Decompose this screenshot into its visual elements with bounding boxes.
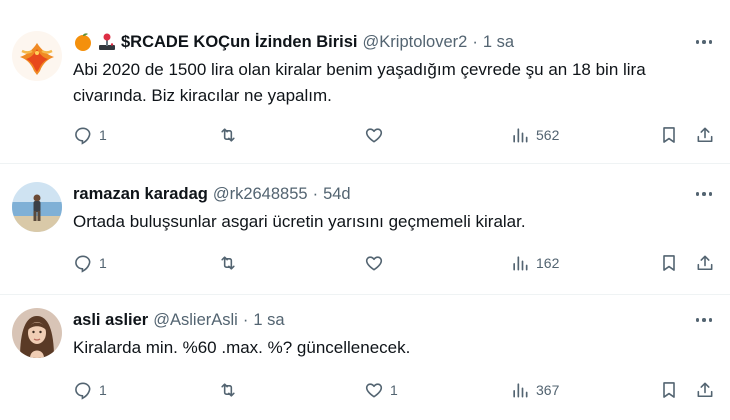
- views-button[interactable]: 562: [510, 124, 559, 146]
- tweet-actions: 1 162: [73, 252, 716, 274]
- share-icon: [697, 255, 713, 271]
- tweet-text: Kiralarda min. %60 .max. %? güncellenece…: [73, 338, 411, 357]
- avatar[interactable]: [12, 308, 62, 358]
- separator-dot: ·: [312, 184, 319, 203]
- like-button[interactable]: 1: [364, 379, 398, 401]
- tweet[interactable]: $RCADE KOÇun İzinden Birisi @Kriptolover…: [0, 0, 730, 164]
- more-options-icon[interactable]: [692, 32, 716, 52]
- tweet-actions: 1 562: [73, 124, 716, 146]
- display-name[interactable]: asli aslier: [73, 311, 148, 330]
- tweet-text: Abi 2020 de 1500 lira olan kiralar benim…: [73, 60, 646, 105]
- orange-emoji: [73, 32, 93, 52]
- retweet-button[interactable]: [218, 379, 244, 401]
- bookmark-button[interactable]: [659, 124, 679, 146]
- phoenix-avatar-image: [12, 31, 62, 81]
- reply-button[interactable]: 1: [73, 252, 107, 274]
- avatar[interactable]: [12, 31, 62, 81]
- reply-count: 1: [99, 255, 107, 271]
- woman-portrait-avatar-image: [12, 308, 62, 358]
- reply-count: 1: [99, 127, 107, 143]
- tweet-text: Ortada buluşsunlar asgari ücretin yarısı…: [73, 212, 526, 231]
- reply-count: 1: [99, 382, 107, 398]
- user-handle[interactable]: @rk2648855: [213, 185, 308, 204]
- user-handle[interactable]: @AslierAsli: [153, 311, 238, 330]
- like-button[interactable]: [364, 252, 390, 274]
- timestamp[interactable]: 1 sa: [253, 311, 284, 330]
- view-count: 367: [536, 382, 560, 398]
- tweet-header: asli aslier @AslierAsli · 1 sa: [73, 310, 716, 330]
- separator-dot: ·: [242, 310, 249, 329]
- heart-icon: [365, 383, 383, 398]
- timestamp[interactable]: 1 sa: [483, 33, 514, 52]
- reply-icon: [75, 127, 91, 145]
- share-button[interactable]: [695, 252, 715, 274]
- share-icon: [697, 382, 713, 398]
- reply-icon: [75, 382, 91, 400]
- heart-icon: [365, 128, 383, 143]
- heart-icon: [365, 256, 383, 271]
- views-icon: [513, 383, 528, 398]
- retweet-icon: [221, 383, 235, 397]
- joystick-emoji: [97, 32, 117, 52]
- tweet-header: $RCADE KOÇun İzinden Birisi @Kriptolover…: [73, 32, 716, 52]
- bookmark-button[interactable]: [659, 252, 679, 274]
- user-handle[interactable]: @Kriptolover2: [363, 33, 468, 52]
- display-name[interactable]: $RCADE KOÇun İzinden Birisi: [121, 33, 358, 52]
- retweet-icon: [221, 256, 235, 270]
- tweet[interactable]: ramazan karadag @rk2648855 · 54d Ortada …: [0, 164, 730, 295]
- bookmark-button[interactable]: [659, 379, 679, 401]
- timestamp[interactable]: 54d: [323, 185, 351, 204]
- like-button[interactable]: [364, 124, 390, 146]
- retweet-button[interactable]: [218, 124, 244, 146]
- reply-icon: [75, 255, 91, 273]
- view-count: 162: [536, 255, 560, 271]
- separator-dot: ·: [472, 32, 478, 51]
- bookmark-icon: [663, 382, 675, 398]
- reply-button[interactable]: 1: [73, 124, 107, 146]
- views-button[interactable]: 367: [510, 379, 559, 401]
- retweet-icon: [221, 128, 235, 142]
- share-button[interactable]: [695, 124, 715, 146]
- views-icon: [513, 256, 528, 271]
- tweet[interactable]: asli aslier @AslierAsli · 1 sa Kiralarda…: [0, 295, 730, 420]
- beach-avatar-image: [12, 182, 62, 232]
- reply-feed: $RCADE KOÇun İzinden Birisi @Kriptolover…: [0, 0, 730, 420]
- display-name[interactable]: ramazan karadag: [73, 185, 208, 204]
- bookmark-icon: [663, 127, 675, 143]
- more-options-icon[interactable]: [692, 310, 716, 330]
- like-count: 1: [390, 382, 398, 398]
- views-icon: [513, 128, 528, 143]
- views-button[interactable]: 162: [510, 252, 559, 274]
- more-options-icon[interactable]: [692, 184, 716, 204]
- bookmark-icon: [663, 255, 675, 271]
- retweet-button[interactable]: [218, 252, 244, 274]
- share-button[interactable]: [695, 379, 715, 401]
- tweet-actions: 1 1 367: [73, 379, 716, 401]
- tweet-header: ramazan karadag @rk2648855 · 54d: [73, 184, 716, 204]
- avatar[interactable]: [12, 182, 62, 232]
- view-count: 562: [536, 127, 560, 143]
- reply-button[interactable]: 1: [73, 379, 107, 401]
- share-icon: [697, 127, 713, 143]
